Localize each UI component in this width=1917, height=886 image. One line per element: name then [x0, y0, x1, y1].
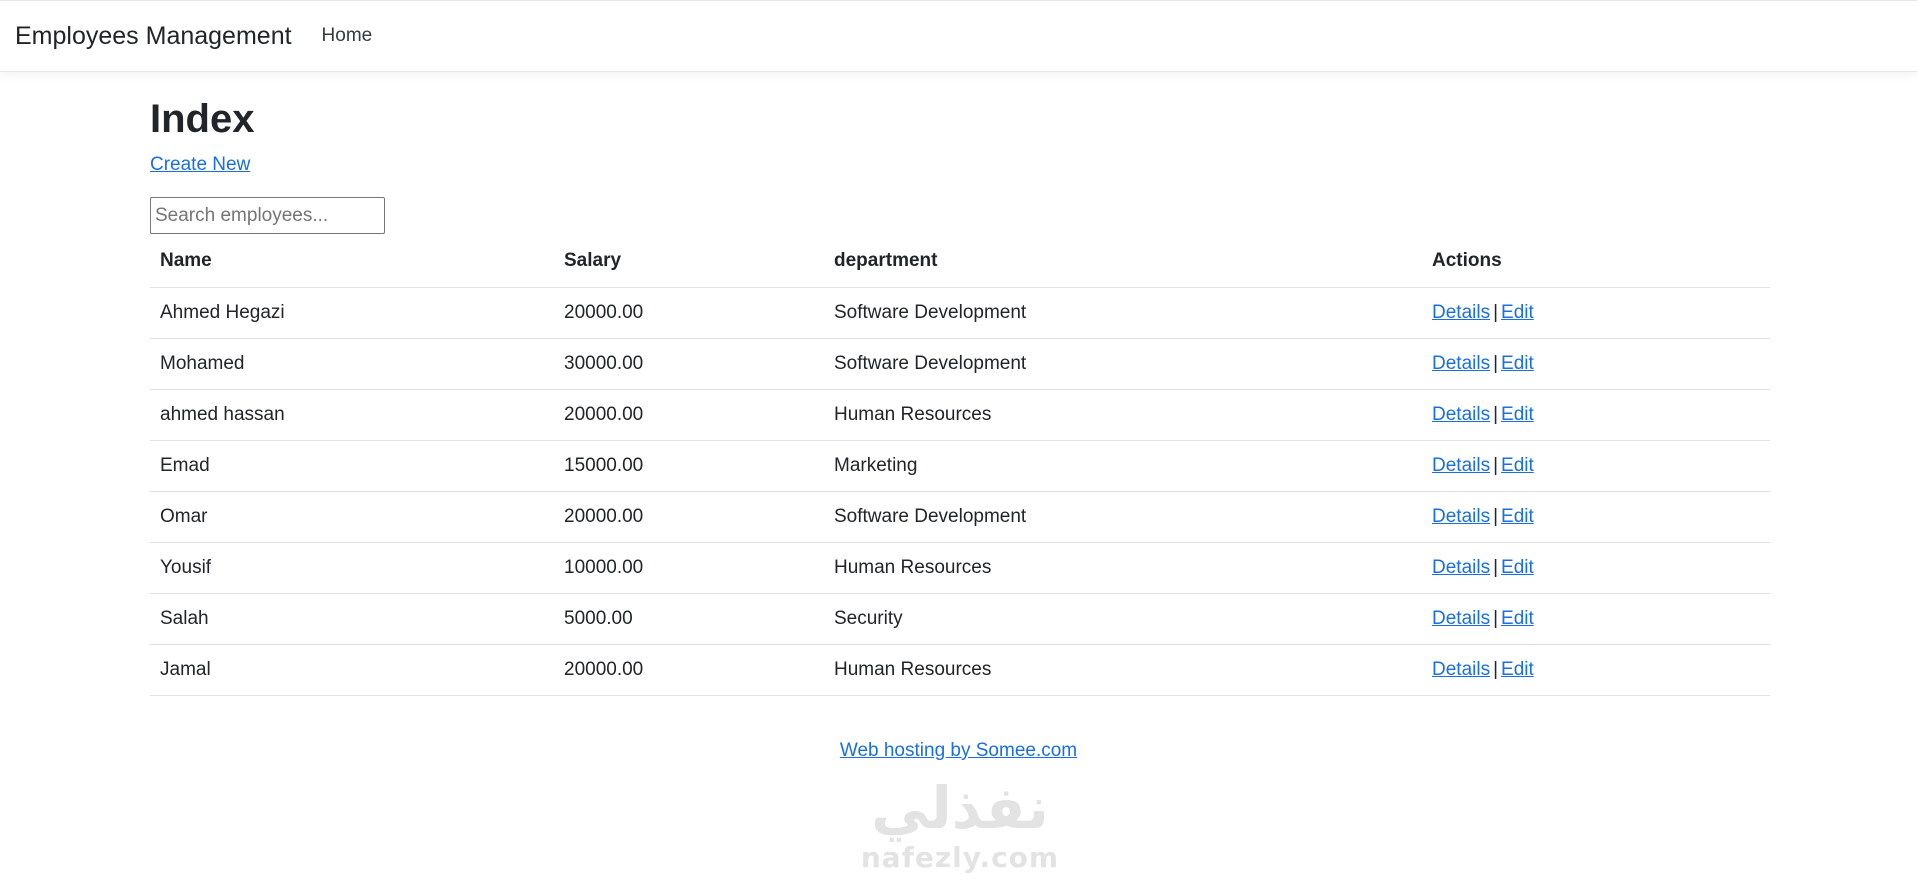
details-link[interactable]: Details	[1432, 506, 1490, 527]
cell-name: Salah	[150, 593, 554, 645]
edit-link[interactable]: Edit	[1501, 455, 1534, 476]
watermark-latin-text: nafezly.com	[860, 841, 1060, 874]
cell-name: Ahmed Hegazi	[150, 287, 554, 339]
cell-salary: 30000.00	[554, 338, 824, 390]
edit-link[interactable]: Edit	[1501, 608, 1534, 629]
cell-name: Emad	[150, 440, 554, 492]
action-separator: |	[1493, 454, 1499, 476]
cell-department: Software Development	[824, 491, 1422, 543]
cell-actions: Details | Edit	[1422, 644, 1770, 696]
edit-link[interactable]: Edit	[1501, 659, 1534, 680]
nav-link-home[interactable]: Home	[322, 25, 373, 47]
details-link[interactable]: Details	[1432, 404, 1490, 425]
cell-department: Human Resources	[824, 389, 1422, 441]
header-department: department	[824, 236, 1422, 288]
nafezly-watermark-logo: نفذلي nafezly.com	[855, 775, 1065, 885]
table-row: Jamal 20000.00 Human Resources Details | Edit	[150, 644, 1770, 696]
details-link[interactable]: Details	[1432, 353, 1490, 374]
action-separator: |	[1493, 352, 1499, 374]
cell-department: Human Resources	[824, 542, 1422, 594]
details-link[interactable]: Details	[1432, 659, 1490, 680]
cell-actions: Details | Edit	[1422, 491, 1770, 543]
table-row: Emad 15000.00 Marketing Details | Edit	[150, 440, 1770, 492]
cell-name: Omar	[150, 491, 554, 543]
cell-department: Human Resources	[824, 644, 1422, 696]
edit-link[interactable]: Edit	[1501, 404, 1534, 425]
cell-salary: 20000.00	[554, 389, 824, 441]
cell-actions: Details | Edit	[1422, 542, 1770, 594]
action-separator: |	[1493, 403, 1499, 425]
table-header-row: Name Salary department Actions	[150, 236, 1770, 288]
cell-department: Marketing	[824, 440, 1422, 492]
cell-salary: 20000.00	[554, 287, 824, 339]
cell-salary: 20000.00	[554, 491, 824, 543]
cell-salary: 20000.00	[554, 644, 824, 696]
action-separator: |	[1493, 505, 1499, 527]
table-row: Yousif 10000.00 Human Resources Details | Edi…	[150, 542, 1770, 594]
table-row: Salah 5000.00 Security Details | Edit	[150, 593, 1770, 645]
header-salary: Salary	[554, 236, 824, 288]
action-separator: |	[1493, 556, 1499, 578]
cell-department: Software Development	[824, 287, 1422, 339]
cell-actions: Details | Edit	[1422, 440, 1770, 492]
main-content: Index Create New Name Salary department …	[150, 72, 1770, 696]
details-link[interactable]: Details	[1432, 608, 1490, 629]
table-row: Mohamed 30000.00 Software Development Detai…	[150, 338, 1770, 390]
header-name: Name	[150, 236, 554, 288]
header-actions: Actions	[1422, 236, 1770, 288]
details-link[interactable]: Details	[1432, 302, 1490, 323]
cell-salary: 15000.00	[554, 440, 824, 492]
edit-link[interactable]: Edit	[1501, 506, 1534, 527]
page-title: Index	[150, 97, 255, 141]
action-separator: |	[1493, 658, 1499, 680]
table-row: Omar 20000.00 Software Development Details |…	[150, 491, 1770, 543]
cell-actions: Details | Edit	[1422, 389, 1770, 441]
details-link[interactable]: Details	[1432, 557, 1490, 578]
details-link[interactable]: Details	[1432, 455, 1490, 476]
footer: Web hosting by Somee.com	[0, 740, 1917, 762]
edit-link[interactable]: Edit	[1501, 302, 1534, 323]
cell-actions: Details | Edit	[1422, 593, 1770, 645]
action-separator: |	[1493, 301, 1499, 323]
cell-actions: Details | Edit	[1422, 338, 1770, 390]
employees-table: Name Salary department Actions Ahmed Heg…	[150, 236, 1770, 696]
cell-actions: Details | Edit	[1422, 287, 1770, 339]
cell-salary: 10000.00	[554, 542, 824, 594]
cell-department: Software Development	[824, 338, 1422, 390]
create-new-link[interactable]: Create New	[150, 153, 250, 177]
search-input[interactable]	[150, 197, 385, 234]
table-body: Ahmed Hegazi 20000.00 Software Development…	[150, 287, 1770, 696]
edit-link[interactable]: Edit	[1501, 557, 1534, 578]
top-navbar: Employees Management Home	[0, 0, 1917, 72]
cell-name: Yousif	[150, 542, 554, 594]
cell-name: ahmed hassan	[150, 389, 554, 441]
action-separator: |	[1493, 607, 1499, 629]
cell-department: Security	[824, 593, 1422, 645]
table-row: Ahmed Hegazi 20000.00 Software Development…	[150, 287, 1770, 339]
cell-name: Jamal	[150, 644, 554, 696]
watermark-arabic-text: نفذلي	[871, 774, 1049, 842]
cell-name: Mohamed	[150, 338, 554, 390]
brand-link[interactable]: Employees Management	[15, 22, 292, 51]
edit-link[interactable]: Edit	[1501, 353, 1534, 374]
cell-salary: 5000.00	[554, 593, 824, 645]
table-row: ahmed hassan 20000.00 Human Resources Detai…	[150, 389, 1770, 441]
web-hosting-link[interactable]: Web hosting by Somee.com	[840, 740, 1077, 761]
